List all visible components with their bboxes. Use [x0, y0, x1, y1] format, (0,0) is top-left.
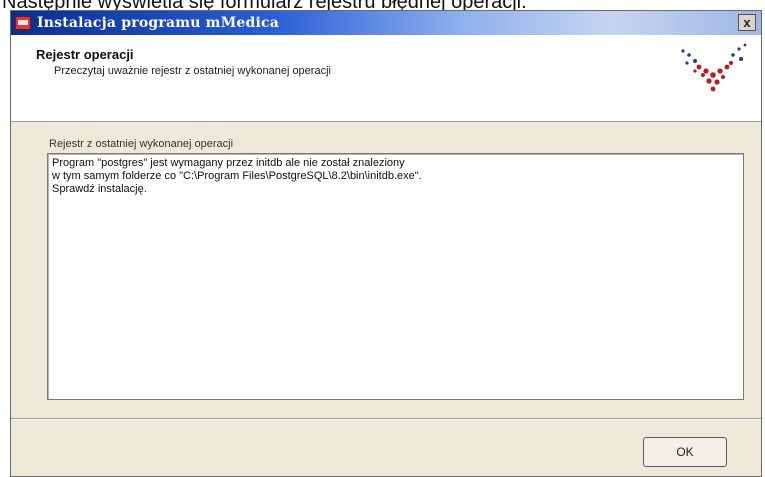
header-subtitle: Przeczytaj uważnie rejestr z ostatniej w…	[54, 65, 331, 77]
log-line: w tym samym folderze co "C:\Program File…	[52, 170, 422, 182]
app-icon	[15, 16, 31, 30]
window-title: Instalacja programu mMedica	[37, 15, 279, 31]
footer-divider	[11, 418, 761, 420]
dialog-header: Rejestr operacji Przeczytaj uważnie reje…	[11, 35, 761, 122]
header-title: Rejestr operacji	[36, 47, 134, 62]
ok-button[interactable]: OK	[643, 437, 727, 467]
log-textarea[interactable]: Program "postgres" jest wymagany przez i…	[47, 153, 744, 400]
log-line: Program "postgres" jest wymagany przez i…	[52, 157, 405, 169]
close-icon: x	[743, 15, 751, 30]
log-line: Sprawdź instalację.	[52, 183, 147, 195]
title-bar[interactable]: Instalacja programu mMedica x	[11, 11, 761, 35]
close-button[interactable]: x	[738, 14, 756, 31]
log-label: Rejestr z ostatniej wykonanej operacji	[49, 138, 234, 150]
installer-dialog: Instalacja programu mMedica x Rejestr op…	[10, 10, 762, 477]
dot-logo-icon	[681, 43, 747, 92]
